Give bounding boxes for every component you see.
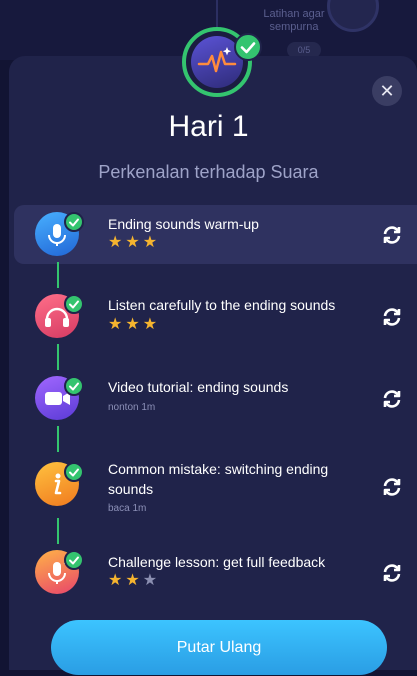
star-icon: ★ [108,316,123,333]
star-icon: ★ [108,572,123,589]
completed-check-icon [64,294,84,314]
lesson-title: Video tutorial: ending sounds [108,379,289,395]
star-icon: ★ [142,234,158,251]
completed-check-icon [64,550,84,570]
star-icon: ★ [125,234,140,251]
completed-check-icon [64,376,84,396]
lesson-title: Ending sounds warm-up [108,216,259,232]
star-icon: ★ [142,316,158,333]
connector-line [57,426,59,452]
close-button[interactable]: ✕ [372,76,402,106]
lesson-title: Common mistake: switching ending sounds [108,461,329,497]
star-icon: ★ [108,234,123,251]
replay-icon[interactable] [380,475,404,499]
hero-check-icon [234,33,262,61]
star-icon: ★ [125,572,140,589]
connector-line [57,344,59,370]
day-subtitle: Perkenalan terhadap Suara [98,162,319,182]
completed-check-icon [64,212,84,232]
connector-line [57,262,59,288]
lesson-title: Challenge lesson: get full feedback [108,554,326,570]
star-icon: ★ [125,316,140,333]
lesson-rating: ★ ★ ★ [108,573,157,589]
replay-icon[interactable] [380,305,404,329]
replay-icon[interactable] [380,561,404,585]
background-card-label: Latihan agar sempurna [263,8,325,33]
replay-icon[interactable] [380,387,404,411]
connector-line [57,518,59,544]
lesson-rating: ★ ★ ★ [108,317,157,333]
lesson-title: Listen carefully to the ending sounds [108,297,336,313]
star-empty-icon: ★ [142,572,158,589]
replay-icon[interactable] [380,223,404,247]
lesson-rating: ★ ★ ★ [108,235,157,251]
day-title: Hari 1 [168,110,249,143]
replay-day-button[interactable]: Putar Ulang [51,620,387,675]
close-icon[interactable]: ✕ [379,81,394,101]
lesson-duration: nonton 1m [108,402,156,413]
completed-check-icon [64,462,84,482]
lesson-duration: baca 1m [108,503,147,514]
